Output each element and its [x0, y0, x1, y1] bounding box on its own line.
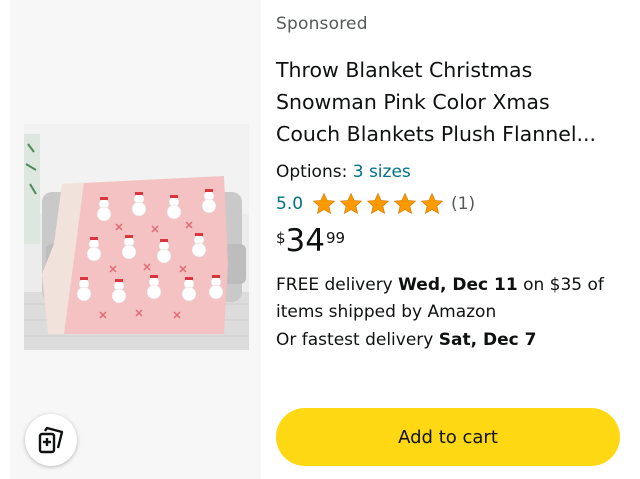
- product-details: Sponsored Throw Blanket Christmas Snowma…: [276, 14, 626, 350]
- title-line: Couch Blankets Plush Flannel...: [276, 122, 597, 146]
- title-line: Snowman Pink Color Xmas: [276, 90, 550, 114]
- star-icon: [312, 192, 336, 215]
- rating-row[interactable]: 5.0 (1): [276, 192, 626, 216]
- star-icon: [420, 192, 444, 215]
- compare-button[interactable]: [25, 414, 77, 466]
- fastest-date: Sat, Dec 7: [438, 330, 537, 350]
- delivery-prefix: FREE delivery: [276, 275, 399, 295]
- product-image[interactable]: [24, 124, 249, 350]
- rating-value: 5.0: [276, 194, 304, 214]
- blanket-photo: [24, 124, 249, 350]
- options-sizes-link[interactable]: 3 sizes: [353, 162, 411, 182]
- price-whole: 34: [285, 223, 325, 259]
- product-title[interactable]: Throw Blanket Christmas Snowman Pink Col…: [276, 54, 626, 150]
- fastest-delivery: Or fastest delivery Sat, Dec 7: [276, 330, 626, 350]
- title-line: Throw Blanket Christmas: [276, 58, 533, 82]
- options-label: Options:: [276, 162, 348, 182]
- fastest-prefix: Or fastest delivery: [276, 330, 439, 350]
- delivery-info: FREE delivery Wed, Dec 11 on $35 of item…: [276, 272, 626, 326]
- sponsored-label: Sponsored: [276, 14, 368, 34]
- product-image-panel: [10, 0, 261, 479]
- price: $ 34 99: [276, 224, 626, 258]
- rating-stars: [311, 192, 445, 216]
- options-row: Options: 3 sizes: [276, 162, 626, 182]
- delivery-date: Wed, Dec 11: [398, 275, 518, 295]
- price-currency: $: [276, 229, 286, 247]
- add-to-cart-button[interactable]: Add to cart: [276, 408, 620, 466]
- rating-count: (1): [451, 194, 476, 214]
- star-icon: [366, 192, 390, 215]
- star-icon: [339, 192, 363, 215]
- price-fraction: 99: [326, 229, 346, 247]
- star-icon: [393, 192, 417, 215]
- compare-cards-icon: [38, 426, 64, 454]
